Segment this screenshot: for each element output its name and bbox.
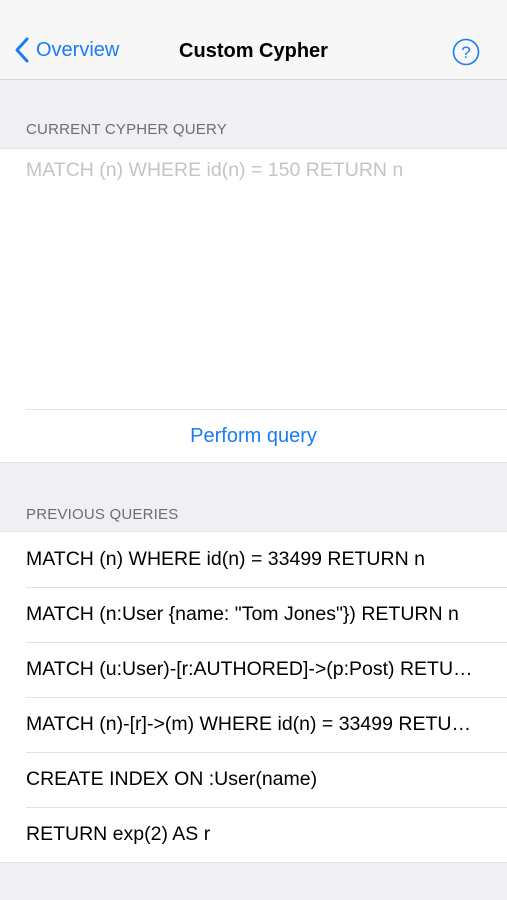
divider — [26, 409, 507, 410]
previous-queries-header: PREVIOUS QUERIES — [26, 506, 179, 523]
current-query-panel: MATCH (n) WHERE id(n) = 150 RETURN n Per… — [0, 148, 507, 463]
query-text: CREATE INDEX ON :User(name) — [26, 768, 318, 790]
navigation-bar: Overview Custom Cypher ? — [0, 0, 507, 80]
list-item[interactable]: MATCH (n)-[r]->(m) WHERE id(n) = 33499 R… — [0, 697, 507, 752]
svg-text:?: ? — [461, 43, 470, 62]
list-item[interactable]: MATCH (n:User {name: "Tom Jones"}) RETUR… — [0, 587, 507, 642]
query-text: MATCH (n:User {name: "Tom Jones"}) RETUR… — [26, 603, 459, 625]
current-query-header: CURRENT CYPHER QUERY — [26, 121, 227, 138]
question-circle-icon[interactable]: ? — [452, 38, 480, 66]
query-text: RETURN exp(2) AS r — [26, 823, 211, 845]
list-item[interactable]: MATCH (n) WHERE id(n) = 33499 RETURN n — [0, 532, 507, 587]
list-item[interactable]: MATCH (u:User)-[r:AUTHORED]->(p:Post) RE… — [0, 642, 507, 697]
query-text: MATCH (n) WHERE id(n) = 33499 RETURN n — [26, 548, 425, 570]
previous-queries-list: MATCH (n) WHERE id(n) = 33499 RETURN n M… — [0, 531, 507, 863]
query-input[interactable]: MATCH (n) WHERE id(n) = 150 RETURN n — [26, 159, 497, 182]
list-item[interactable]: CREATE INDEX ON :User(name) — [0, 752, 507, 807]
query-text: MATCH (u:User)-[r:AUTHORED]->(p:Post) RE… — [26, 658, 485, 680]
list-item[interactable]: RETURN exp(2) AS r — [0, 807, 507, 862]
perform-query-button[interactable]: Perform query — [0, 425, 507, 448]
page-title: Custom Cypher — [179, 40, 328, 62]
query-text: MATCH (n)-[r]->(m) WHERE id(n) = 33499 R… — [26, 713, 485, 735]
